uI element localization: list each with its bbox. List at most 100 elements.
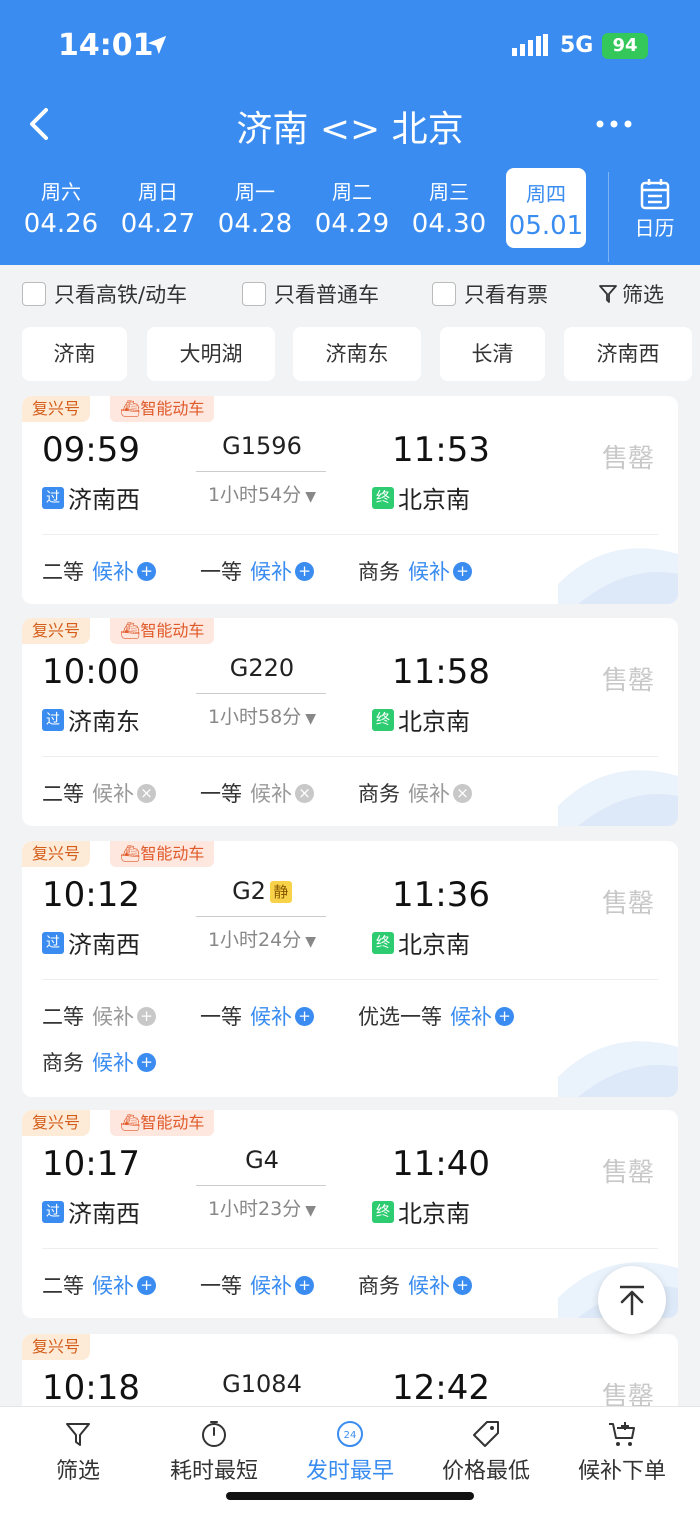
tab-lowest-price[interactable]: 价格最低 <box>416 1419 556 1485</box>
waitlist-label: 候补 <box>250 560 292 584</box>
duration[interactable]: 1小时54分 ▼ <box>192 480 332 507</box>
seat-business[interactable]: 商务 候补 + <box>358 1270 472 1300</box>
filter-label: 筛选 <box>622 283 664 307</box>
home-indicator <box>226 1492 474 1500</box>
tag-label: 智能动车 <box>140 399 205 418</box>
train-icon: ⛴ <box>120 399 141 418</box>
more-menu-icon[interactable] <box>594 118 634 130</box>
duration[interactable]: 1小时58分 ▼ <box>192 702 332 729</box>
seat-business[interactable]: 商务 候补 + <box>42 1047 156 1077</box>
price-tag-icon <box>473 1421 499 1447</box>
date-tab[interactable]: 周一 04.28 <box>210 166 300 246</box>
train-card[interactable]: 复兴号 ⛴智能动车 10:12 G2 静 1小时24分 ▼ 11:36 过济南西 终… <box>22 841 678 1097</box>
plus-icon: + <box>137 1052 156 1072</box>
tag-smart-emu: ⛴智能动车 <box>110 1110 215 1136</box>
to-station-name: 北京南 <box>398 486 470 514</box>
date-selector: 周六 04.26 周日 04.27 周一 04.28 周二 04.29 周三 04.30 … <box>0 166 610 256</box>
plus-icon: + <box>137 1006 156 1026</box>
close-circle-icon: × <box>453 783 472 803</box>
from-station: 过济南西 <box>42 925 140 960</box>
tag-label: 智能动车 <box>140 1113 205 1132</box>
to-station-name: 北京南 <box>398 931 470 959</box>
seat-business[interactable]: 商务 候补 × <box>358 778 472 808</box>
waitlist-label: 候补 <box>92 560 134 584</box>
date-tab[interactable]: 周六 04.26 <box>16 166 106 246</box>
arrive-time: 12:42 <box>392 1368 490 1406</box>
tag-fuxing: 复兴号 <box>22 1334 91 1360</box>
train-card[interactable]: 复兴号 ⛴智能动车 09:59 G1596 1小时54分 ▼ 11:53 过济南西… <box>22 396 678 604</box>
caret-down-icon: ▼ <box>305 711 317 727</box>
tag-fuxing: 复兴号 <box>22 618 91 644</box>
from-station-name: 济南西 <box>68 1200 140 1228</box>
divider <box>42 1248 658 1249</box>
filter-button[interactable]: 筛选 <box>598 279 664 309</box>
tag-fuxing: 复兴号 <box>22 396 91 422</box>
train-card[interactable]: 复兴号 10:18 G1084 12:42 售罄 <box>22 1334 678 1406</box>
pass-badge: 过 <box>42 1200 64 1223</box>
station-chip[interactable]: 济南东 <box>293 327 421 381</box>
checkbox-icon[interactable] <box>22 282 46 306</box>
from-station: 过济南东 <box>42 702 140 737</box>
filter-available[interactable]: 只看有票 <box>432 279 548 309</box>
date-tab[interactable]: 周二 04.29 <box>307 166 397 246</box>
waitlist-label: 候补 <box>450 1005 492 1029</box>
train-card[interactable]: 复兴号 ⛴智能动车 10:17 G4 1小时23分 ▼ 11:40 过济南西 终北… <box>22 1110 678 1318</box>
calendar-icon <box>640 179 669 210</box>
duration[interactable]: 1小时23分 ▼ <box>192 1194 332 1221</box>
caret-down-icon: ▼ <box>305 934 317 950</box>
tab-label: 价格最低 <box>441 1459 530 1484</box>
train-number: G4 <box>192 1146 332 1174</box>
seat-second-class[interactable]: 二等 候补 + <box>42 556 156 586</box>
train-card[interactable]: 复兴号 ⛴智能动车 10:00 G220 1小时58分 ▼ 11:58 过济南东 … <box>22 618 678 826</box>
tab-shortest-duration[interactable]: 耗时最短 <box>144 1419 284 1485</box>
date-tab-selected[interactable]: 周四 05.01 <box>506 168 586 248</box>
end-badge: 终 <box>372 708 394 731</box>
station-chips: 济南 大明湖 济南东 长清 济南西 <box>22 327 700 383</box>
tab-filter[interactable]: 筛选 <box>8 1419 148 1485</box>
waitlist-label: 候补 <box>408 560 450 584</box>
seat-second-class[interactable]: 二等 候补 × <box>42 778 156 808</box>
date-tab[interactable]: 周三 04.30 <box>404 166 494 246</box>
train-number: G1084 <box>192 1370 332 1398</box>
arrive-time: 11:36 <box>392 875 490 915</box>
station-chip[interactable]: 济南 <box>22 327 127 381</box>
seat-first-class[interactable]: 一等 候补 + <box>200 556 314 586</box>
seat-premium-first-class[interactable]: 优选一等 候补 + <box>358 1001 514 1031</box>
filter-high-speed[interactable]: 只看高铁/动车 <box>22 279 187 309</box>
calendar-button[interactable]: 日历 <box>608 172 700 262</box>
tag-fuxing: 复兴号 <box>22 841 91 867</box>
checkbox-icon[interactable] <box>242 282 266 306</box>
to-station-name: 北京南 <box>398 1200 470 1228</box>
seat-first-class[interactable]: 一等 候补 + <box>200 1001 314 1031</box>
filter-normal-train[interactable]: 只看普通车 <box>242 279 379 309</box>
filter-label: 只看普通车 <box>274 283 379 307</box>
scroll-top-button[interactable] <box>598 1266 666 1334</box>
tab-waitlist-order[interactable]: 候补下单 <box>552 1419 692 1485</box>
seat-first-class[interactable]: 一等 候补 + <box>200 1270 314 1300</box>
arrive-time: 11:53 <box>392 430 490 470</box>
seat-second-class[interactable]: 二等 候补 + <box>42 1001 156 1031</box>
station-chip[interactable]: 大明湖 <box>147 327 275 381</box>
seat-name: 商务 <box>358 560 400 584</box>
depart-time: 10:17 <box>42 1144 140 1184</box>
wave-decoration <box>558 770 678 826</box>
status-soldout: 售罄 <box>601 1158 654 1188</box>
seat-name: 优选一等 <box>358 1005 442 1029</box>
filter-row: 只看高铁/动车 只看普通车 只看有票 筛选 <box>0 265 700 319</box>
date-value: 04.27 <box>120 209 196 239</box>
seat-name: 一等 <box>200 782 242 806</box>
seat-first-class[interactable]: 一等 候补 × <box>200 778 314 808</box>
duration[interactable]: 1小时24分 ▼ <box>192 925 332 952</box>
tab-earliest-departure[interactable]: 24 发时最早 <box>280 1419 420 1485</box>
station-chip[interactable]: 济南西 <box>564 327 692 381</box>
close-circle-icon: × <box>295 783 314 803</box>
checkbox-icon[interactable] <box>432 282 456 306</box>
from-station-name: 济南西 <box>68 486 140 514</box>
seat-business[interactable]: 商务 候补 + <box>358 556 472 586</box>
quiet-car-badge: 静 <box>269 881 292 903</box>
seat-second-class[interactable]: 二等 候补 + <box>42 1270 156 1300</box>
timer-icon <box>202 1421 226 1447</box>
depart-time: 10:00 <box>42 652 140 692</box>
station-chip[interactable]: 长清 <box>440 327 545 381</box>
date-tab[interactable]: 周日 04.27 <box>113 166 203 246</box>
